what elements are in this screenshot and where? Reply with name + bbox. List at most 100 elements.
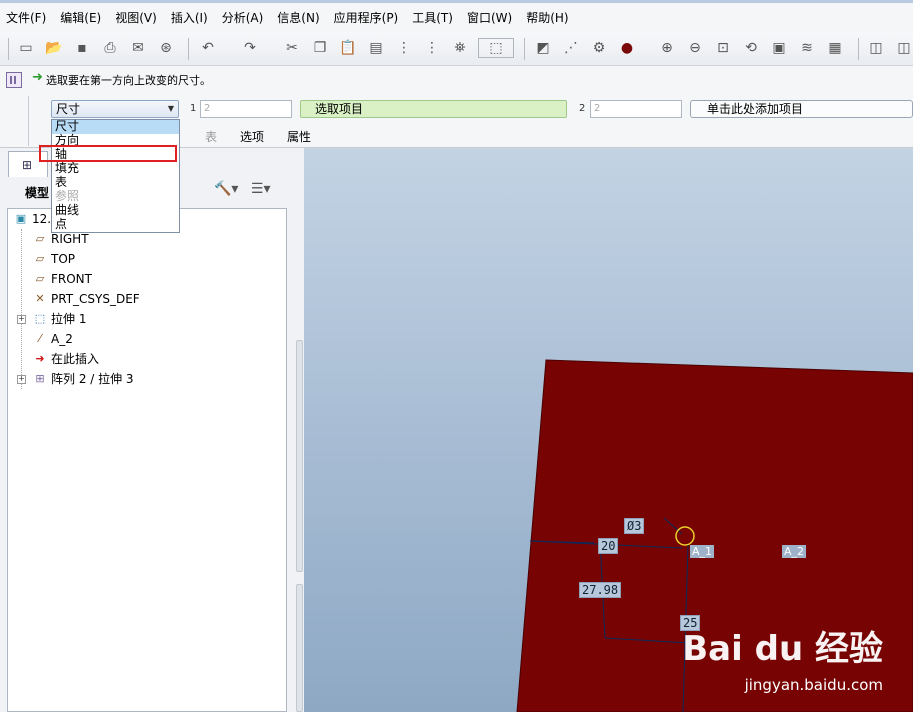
direction2-number: 2 xyxy=(579,103,586,114)
dashboard-divider xyxy=(28,96,29,146)
find-icon[interactable]: ⛯ xyxy=(450,38,470,58)
menu-analysis[interactable]: 分析(A) xyxy=(222,9,264,26)
regen-manager-icon[interactable]: ⋮ xyxy=(422,38,442,58)
menu-view[interactable]: 视图(V) xyxy=(115,9,157,26)
tree-item-extrude1[interactable]: + ⬚ 拉伸 1 xyxy=(8,310,278,328)
annotation-icon[interactable]: ▣ xyxy=(769,38,789,58)
tree-settings-icon[interactable]: 🔨▾ xyxy=(214,181,238,197)
tree-item-label: A_2 xyxy=(51,332,73,346)
direction1-collector[interactable]: 选取项目 xyxy=(300,100,567,118)
orient-icon[interactable]: ◩ xyxy=(533,38,553,58)
new-icon[interactable]: ▭ xyxy=(16,38,36,58)
expand-icon[interactable]: + xyxy=(17,315,26,324)
splitter-handle[interactable] xyxy=(296,340,303,572)
open-icon[interactable]: 📂 xyxy=(44,38,64,58)
layers-icon[interactable]: ≋ xyxy=(797,38,817,58)
direction2-collector[interactable]: 单击此处添加项目 xyxy=(690,100,913,118)
menu-applications[interactable]: 应用程序(P) xyxy=(334,9,399,26)
csys-icon: ✕ xyxy=(35,292,45,305)
pattern-feature-icon xyxy=(6,72,22,88)
model-tree-title: 模型 xyxy=(25,186,50,200)
tree-item-insert-here[interactable]: ➜ 在此插入 xyxy=(8,350,278,368)
direction1-count-input[interactable]: 2 xyxy=(200,100,292,118)
tree-item-label: TOP xyxy=(51,252,76,266)
dimension-diameter[interactable]: Ø3 xyxy=(624,518,645,534)
menu-window[interactable]: 窗口(W) xyxy=(467,9,512,26)
dimension-27-98[interactable]: 27.98 xyxy=(579,582,622,598)
tree-item-front[interactable]: ▱ FRONT xyxy=(8,270,278,288)
watermark-brand: Bai du 经验 xyxy=(682,629,883,669)
menu-file[interactable]: 文件(F) xyxy=(6,9,46,26)
datum-plane-icon: ▱ xyxy=(35,272,45,285)
datum-axis-icon: ⁄ xyxy=(39,332,41,345)
shading-icon[interactable]: ● xyxy=(617,38,637,58)
menu-help[interactable]: 帮助(H) xyxy=(526,9,568,26)
option-curve[interactable]: 曲线 xyxy=(52,204,179,218)
tree-tab-icon: ⊞ xyxy=(22,158,33,172)
redo-icon[interactable]: ↷ xyxy=(240,38,260,58)
view-manager-icon[interactable]: ▦ xyxy=(825,38,845,58)
paste-icon[interactable]: 📋 xyxy=(338,38,358,58)
zoom-out-icon[interactable]: ⊖ xyxy=(685,38,705,58)
tree-item-axis[interactable]: ⁄ A_2 xyxy=(8,330,278,348)
option-fill[interactable]: 填充 xyxy=(52,162,179,176)
tree-item-label: FRONT xyxy=(51,272,92,286)
display-style-icon[interactable]: ◫ xyxy=(866,38,886,58)
option-reference: 参照 xyxy=(55,189,80,203)
part-icon: ▣ xyxy=(15,212,27,225)
menu-info[interactable]: 信息(N) xyxy=(277,9,319,26)
direction2-count-input[interactable]: 2 xyxy=(590,100,682,118)
prompt-arrow-icon: ➜ xyxy=(32,70,43,85)
send-icon[interactable]: ✉ xyxy=(128,38,148,58)
splitter-handle[interactable] xyxy=(296,584,303,712)
toolbar-separator xyxy=(8,38,9,60)
paste-special-icon[interactable]: ▤ xyxy=(366,38,386,58)
datum-plane-icon: ▱ xyxy=(35,252,45,265)
refit-icon[interactable]: ⊡ xyxy=(713,38,733,58)
undo-icon[interactable]: ↶ xyxy=(198,38,218,58)
option-dimension[interactable]: 尺寸 xyxy=(52,120,179,134)
datum-point-icon[interactable]: ⋰ xyxy=(561,38,581,58)
menu-tools[interactable]: 工具(T) xyxy=(412,9,453,26)
display-style-2-icon[interactable]: ◫ xyxy=(894,38,913,58)
expand-icon[interactable]: + xyxy=(17,375,26,384)
graphics-viewport[interactable]: Ø3 20 27.98 25 A_1 A_2 Bai du 经验 jingyan… xyxy=(304,148,913,712)
menu-bar: 文件(F) 编辑(E) 视图(V) 插入(I) 分析(A) 信息(N) 应用程序… xyxy=(0,0,913,32)
print-icon[interactable]: ⎙ xyxy=(100,38,120,58)
cut-icon[interactable]: ✂ xyxy=(282,38,302,58)
tree-item-csys[interactable]: ✕ PRT_CSYS_DEF xyxy=(8,290,278,308)
copy-icon[interactable]: ❐ xyxy=(310,38,330,58)
insert-here-icon: ➜ xyxy=(35,352,45,365)
tab-properties[interactable]: 属性 xyxy=(287,128,311,145)
pattern-type-select[interactable]: 尺寸 ▼ xyxy=(51,100,179,118)
option-table[interactable]: 表 xyxy=(52,176,179,190)
axis-label-a2[interactable]: A_2 xyxy=(782,545,807,558)
menu-edit[interactable]: 编辑(E) xyxy=(60,9,101,26)
axis-label-a1[interactable]: A_1 xyxy=(690,545,715,558)
link-icon[interactable]: ⊛ xyxy=(156,38,176,58)
select-box-icon[interactable]: ⬚ xyxy=(478,38,514,58)
zoom-in-icon[interactable]: ⊕ xyxy=(657,38,677,58)
tab-options[interactable]: 选项 xyxy=(240,128,264,145)
dimension-20[interactable]: 20 xyxy=(598,538,619,554)
tree-item-label: 阵列 2 / 拉伸 3 xyxy=(51,372,134,386)
menu-insert[interactable]: 插入(I) xyxy=(171,9,208,26)
pattern-type-value: 尺寸 xyxy=(56,102,81,116)
tree-item-pattern[interactable]: + ⊞ 阵列 2 / 拉伸 3 xyxy=(8,370,278,388)
datum-plane-icon: ▱ xyxy=(35,232,45,245)
tab-table[interactable]: 表 xyxy=(205,128,217,145)
csys-icon[interactable]: ⚙ xyxy=(589,38,609,58)
panel-splitter[interactable] xyxy=(294,340,304,712)
prompt-message: 选取要在第一方向上改变的尺寸。 xyxy=(46,74,211,87)
tree-item-label: 在此插入 xyxy=(51,352,100,366)
tree-item-top[interactable]: ▱ TOP xyxy=(8,250,278,268)
tree-tools: 🔨▾ ☰▾ xyxy=(214,181,279,197)
regenerate-icon[interactable]: ⋮ xyxy=(394,38,414,58)
option-point[interactable]: 点 xyxy=(52,218,179,232)
save-icon[interactable]: ▪ xyxy=(72,38,92,58)
toolbar-separator xyxy=(188,38,189,60)
tree-show-icon[interactable]: ☰▾ xyxy=(251,181,271,197)
spin-icon[interactable]: ⟲ xyxy=(741,38,761,58)
pattern-type-dropdown: 尺寸 方向 轴 填充 表 参照 曲线 点 xyxy=(51,119,180,233)
main-toolbar: ▭ 📂 ▪ ⎙ ✉ ⊛ ↶ ↷ ✂ ❐ 📋 ▤ ⋮ ⋮ ⛯ ⬚ ◩ ⋰ ⚙ ● … xyxy=(0,32,913,66)
